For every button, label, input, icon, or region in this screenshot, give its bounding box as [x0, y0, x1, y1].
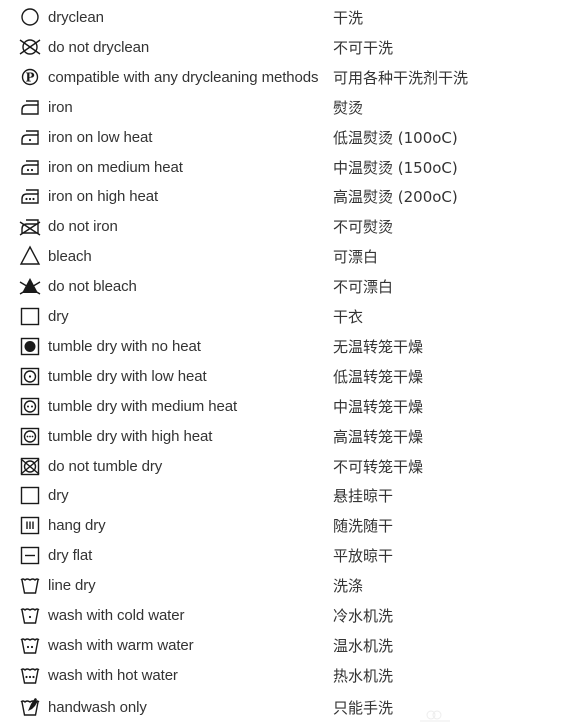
iron-high-heat-icon [18, 184, 42, 208]
symbol-row: tumble dry with no heat 无温转笼干燥 [0, 332, 561, 362]
symbol-row: dryclean 干洗 [0, 3, 561, 33]
symbol-chinese-label: 高温熨烫 (200oC) [333, 188, 458, 207]
symbol-english-label: do not tumble dry [48, 457, 163, 475]
symbol-english-label: do not bleach [48, 278, 137, 296]
symbol-chinese-label: 低温熨烫 (100oC) [333, 128, 458, 147]
do-not-bleach-icon [18, 274, 42, 298]
symbol-row: handwash only 只能手洗 [0, 693, 561, 723]
iron-low-heat-icon [18, 125, 42, 149]
wash-hot-icon [18, 663, 42, 687]
symbol-row: iron on low heat 低温熨烫 (100oC) [0, 123, 561, 153]
svg-text:P: P [25, 70, 34, 84]
symbol-row: wash with hot water 热水机洗 [0, 661, 561, 691]
symbol-english-label: compatible with any drycleaning methods [48, 68, 319, 86]
line-dry-tub-icon [18, 573, 42, 597]
symbol-chinese-label: 干洗 [333, 9, 364, 27]
symbol-english-label: do not iron [48, 218, 118, 236]
symbol-row: wash with warm water 温水机洗 [0, 631, 561, 661]
symbol-row: hang dry 随洗随干 [0, 511, 561, 541]
symbol-english-label: wash with hot water [48, 666, 178, 684]
dryclean-icon [18, 5, 42, 29]
symbol-english-label: bleach [48, 248, 92, 266]
tumble-dry-high-heat-icon [18, 424, 42, 448]
symbol-row: iron on medium heat 中温熨烫 (150oC) [0, 153, 561, 183]
symbol-chinese-label: 平放晾干 [333, 547, 394, 566]
iron-medium-heat-icon [18, 155, 42, 179]
symbol-chinese-label: 不可熨烫 [333, 218, 394, 237]
symbol-row: iron on high heat 高温熨烫 (200oC) [0, 182, 561, 212]
symbol-chinese-label: 温水机洗 [333, 636, 394, 655]
symbol-english-label: iron on low heat [48, 128, 153, 146]
symbol-row: line dry 洗涤 [0, 571, 561, 601]
do-not-dryclean-icon [18, 35, 42, 59]
tumble-dry-medium-heat-icon [18, 394, 42, 418]
symbol-chinese-label: 不可转笼干燥 [333, 457, 424, 476]
symbol-english-label: wash with warm water [48, 636, 194, 654]
symbol-chinese-label: 干衣 [333, 308, 364, 326]
do-not-tumble-dry-icon [18, 454, 42, 478]
symbol-row: do not tumble dry 不可转笼干燥 [0, 452, 561, 482]
symbol-chinese-label: 热水机洗 [333, 666, 394, 685]
dry-icon [18, 304, 42, 328]
symbol-english-label: iron on high heat [48, 188, 159, 206]
symbol-row: dry 悬挂晾干 [0, 481, 561, 511]
symbol-row: do not dryclean 不可干洗 [0, 33, 561, 63]
symbol-chinese-label: 不可漂白 [333, 278, 394, 297]
symbol-chinese-label: 低温转笼干燥 [333, 367, 424, 386]
symbol-row: dry 干衣 [0, 302, 561, 332]
symbol-english-label: wash with cold water [48, 607, 185, 624]
symbol-english-label: hang dry [48, 517, 106, 535]
symbol-row: do not iron 不可熨烫 [0, 212, 561, 242]
symbol-english-label: tumble dry with no heat [48, 337, 201, 355]
symbol-chinese-label: 悬挂晾干 [333, 487, 394, 506]
symbol-english-label: tumble dry with medium heat [48, 397, 238, 415]
symbol-row: bleach 可漂白 [0, 242, 561, 272]
hang-dry-icon [18, 513, 42, 537]
symbol-row: tumble dry with high heat 高温转笼干燥 [0, 422, 561, 452]
symbol-english-label: handwash only [48, 698, 147, 716]
symbol-english-label: dry [48, 487, 69, 505]
do-not-iron-icon [18, 214, 42, 238]
dry-flat-icon [18, 543, 42, 567]
symbol-chinese-label: 中温熨烫 (150oC) [333, 158, 458, 177]
symbol-row: Pcompatible with any drycleaning methods… [0, 63, 561, 93]
symbol-english-label: dry flat [48, 547, 93, 565]
symbol-chinese-label: 中温转笼干燥 [333, 397, 424, 416]
symbol-row: do not bleach 不可漂白 [0, 272, 561, 302]
symbol-english-label: dry [48, 308, 69, 325]
tumble-dry-no-heat-icon [18, 334, 42, 358]
symbol-chinese-label: 只能手洗 [333, 698, 394, 717]
symbol-chinese-label: 洗涤 [333, 577, 364, 596]
symbol-chinese-label: 不可干洗 [333, 38, 394, 57]
symbol-english-label: iron on medium heat [48, 158, 183, 176]
handwash-icon [18, 695, 42, 719]
symbol-english-label: line dry [48, 577, 96, 595]
symbol-english-label: tumble dry with high heat [48, 427, 213, 445]
wash-warm-icon [18, 633, 42, 657]
dryclean-p-icon: P [18, 65, 42, 89]
symbol-chinese-label: 无温转笼干燥 [333, 337, 424, 356]
iron-icon [18, 95, 42, 119]
symbol-english-label: dryclean [48, 9, 104, 26]
symbol-row: dry flat 平放晾干 [0, 541, 561, 571]
bleach-icon [18, 244, 42, 268]
dry-square-icon [18, 483, 42, 507]
symbol-chinese-label: 冷水机洗 [333, 607, 394, 625]
symbol-chinese-label: 熨烫 [333, 98, 364, 117]
symbol-english-label: tumble dry with low heat [48, 367, 207, 385]
symbol-english-label: do not dryclean [48, 38, 150, 56]
symbol-chinese-label: 高温转笼干燥 [333, 427, 424, 446]
wash-cold-icon [18, 603, 42, 627]
symbol-row: tumble dry with medium heat 中温转笼干燥 [0, 392, 561, 422]
symbol-chinese-label: 可用各种干洗剂干洗 [333, 68, 469, 87]
tumble-dry-low-heat-icon [18, 364, 42, 388]
symbol-row: wash with cold water 冷水机洗 [0, 601, 561, 631]
watermark-icon [420, 710, 450, 722]
symbol-row: tumble dry with low heat 低温转笼干燥 [0, 362, 561, 392]
symbol-chinese-label: 随洗随干 [333, 517, 394, 536]
symbol-chinese-label: 可漂白 [333, 248, 379, 267]
symbol-row: iron 熨烫 [0, 93, 561, 123]
symbol-english-label: iron [48, 98, 73, 116]
